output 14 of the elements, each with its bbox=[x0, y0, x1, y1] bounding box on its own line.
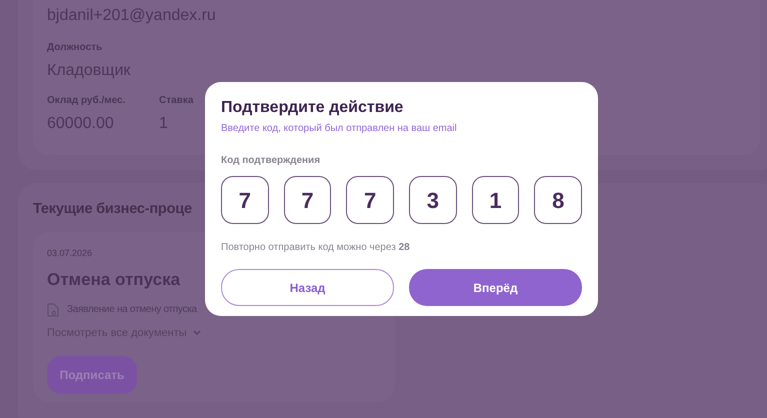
code-digit-field[interactable]: 7 bbox=[346, 176, 394, 224]
code-digit-field[interactable]: 8 bbox=[534, 176, 582, 224]
code-digit-field[interactable]: 7 bbox=[284, 176, 332, 224]
code-digit-field[interactable]: 1 bbox=[472, 176, 520, 224]
dialog-subtitle: Введите код, который был отправлен на ваш email bbox=[221, 122, 458, 136]
dialog-title: Подтвердите действие bbox=[221, 98, 404, 118]
document-icon bbox=[47, 302, 59, 316]
resend-text: Повторно отправить код можно через 28 bbox=[221, 241, 411, 255]
next-button[interactable]: Вперёд bbox=[409, 269, 582, 306]
code-digit-field[interactable]: 7 bbox=[221, 176, 269, 224]
code-digit-field[interactable]: 3 bbox=[409, 176, 457, 224]
chevron-down-icon bbox=[192, 330, 201, 336]
back-button[interactable]: Назад bbox=[221, 269, 394, 306]
code-label: Код подтверждения bbox=[221, 154, 322, 168]
